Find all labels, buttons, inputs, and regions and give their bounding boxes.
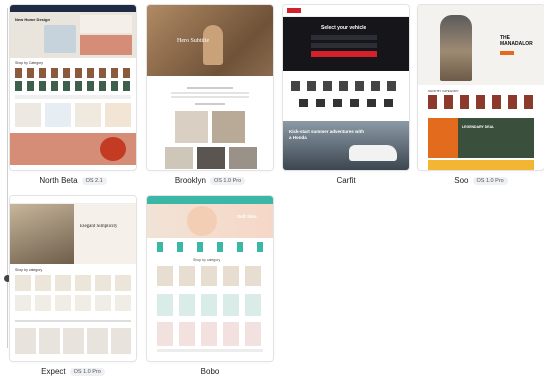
theme-name: Soo <box>454 176 469 185</box>
car-image <box>349 145 397 161</box>
theme-preview-soo[interactable]: THE MANADALOR SHOP BY CATEGORY LEGENDARY… <box>418 5 544 170</box>
timeline-rail <box>7 8 8 348</box>
text-line <box>171 92 249 94</box>
theme-gallery: New Home Design Shop by Category North B… <box>0 0 544 378</box>
promo-tile <box>80 35 132 55</box>
promo-tile <box>80 15 132 33</box>
hero-figure <box>440 15 472 81</box>
hero-text: New Home Design <box>15 17 50 22</box>
category-row <box>15 295 131 311</box>
product-row <box>15 328 131 354</box>
text-line <box>195 103 225 105</box>
theme-preview-brooklyn[interactable]: Hero Subtitle <box>147 5 273 170</box>
version-badge: OS 1.0 Pro <box>472 176 508 185</box>
version-badge: OS 1.0 Pro <box>69 367 105 376</box>
theme-caption: Soo OS 1.0 Pro <box>418 175 544 186</box>
banner-text: Kick-start summer adventures with a Hond… <box>289 129 365 140</box>
theme-card-brooklyn[interactable]: Hero Subtitle Brooklyn OS 1.0 Pro <box>147 5 273 186</box>
theme-card-soo[interactable]: THE MANADALOR SHOP BY CATEGORY LEGENDARY… <box>418 5 544 186</box>
theme-preview-carfit[interactable]: Select your vehicle Kick-start summer ad… <box>283 5 409 170</box>
search-button <box>311 51 377 57</box>
parts-row <box>299 99 393 107</box>
divider <box>15 320 131 322</box>
category-row <box>428 95 534 109</box>
hero-figure <box>203 25 223 65</box>
logo <box>287 8 301 13</box>
select-field <box>311 43 377 48</box>
theme-card-expect[interactable]: Elegant Simplicity Shop by category Expe… <box>10 196 136 377</box>
text-line <box>187 87 233 89</box>
theme-caption: Expect OS 1.0 Pro <box>10 366 136 377</box>
divider <box>157 349 263 352</box>
gallery-image <box>197 147 225 169</box>
nav-bar <box>147 196 273 204</box>
promo-image <box>100 137 126 161</box>
divider <box>15 95 131 99</box>
hero-panel <box>74 204 136 264</box>
theme-preview-north-beta[interactable]: New Home Design Shop by Category <box>10 5 136 170</box>
category-row <box>15 68 131 78</box>
hero-image <box>44 25 76 53</box>
text-line <box>171 96 249 98</box>
promo-banner <box>458 118 534 158</box>
nav-bar <box>283 5 409 17</box>
section-title: SHOP BY CATEGORY <box>428 89 459 93</box>
hero-image <box>10 204 74 264</box>
features-row <box>157 242 263 252</box>
theme-card-carfit[interactable]: Select your vehicle Kick-start summer ad… <box>283 5 409 186</box>
hero-text: Hero Subtitle <box>177 38 210 44</box>
gallery-image <box>165 147 193 169</box>
shop-button <box>500 51 514 55</box>
theme-preview-expect[interactable]: Elegant Simplicity Shop by category <box>10 196 136 361</box>
bottom-banner <box>428 160 534 170</box>
section-title: Shop by category <box>193 258 221 262</box>
category-row <box>15 81 131 91</box>
section-title: Shop by Category <box>15 61 44 65</box>
hero-text: Elegant Simplicity <box>80 224 118 229</box>
nav-bar <box>10 5 136 12</box>
category-row <box>157 266 263 286</box>
version-badge: OS 1.0 Pro <box>209 176 246 185</box>
hero-text: Soft Skin <box>237 214 257 219</box>
theme-name: Bobo <box>200 367 220 376</box>
select-field <box>311 35 377 40</box>
promo-text: LEGENDARY DEAL <box>462 125 495 129</box>
product-row <box>157 322 263 346</box>
theme-caption: North Beta OS 2.1 <box>10 175 136 186</box>
category-row <box>15 275 131 291</box>
theme-caption: Brooklyn OS 1.0 Pro <box>147 175 273 186</box>
hero-image <box>187 206 217 236</box>
section-title: Shop by category <box>15 268 43 272</box>
promo-image <box>428 118 458 158</box>
version-badge: OS 2.1 <box>81 176 107 185</box>
gallery-image <box>212 111 245 143</box>
hero-text: THE MANADALOR <box>500 35 533 47</box>
nav-bar <box>10 196 136 204</box>
parts-row <box>291 81 401 91</box>
product-card <box>15 103 41 127</box>
theme-preview-bobo[interactable]: Soft Skin Shop by category <box>147 196 273 361</box>
product-card <box>75 103 101 127</box>
theme-card-north-beta[interactable]: New Home Design Shop by Category North B… <box>10 5 136 186</box>
theme-name: Carfit <box>336 176 356 185</box>
product-row <box>157 294 263 316</box>
theme-caption: Bobo <box>147 366 273 377</box>
theme-name: North Beta <box>39 176 78 185</box>
theme-name: Brooklyn <box>174 176 206 185</box>
theme-caption: Carfit <box>283 175 409 186</box>
product-card <box>105 103 131 127</box>
theme-card-bobo[interactable]: Soft Skin Shop by category Bobo <box>147 196 273 377</box>
theme-name: Expect <box>41 367 66 376</box>
product-card <box>45 103 71 127</box>
gallery-image <box>175 111 208 143</box>
hero-text: Select your vehicle <box>321 25 367 31</box>
gallery-image <box>229 147 257 169</box>
